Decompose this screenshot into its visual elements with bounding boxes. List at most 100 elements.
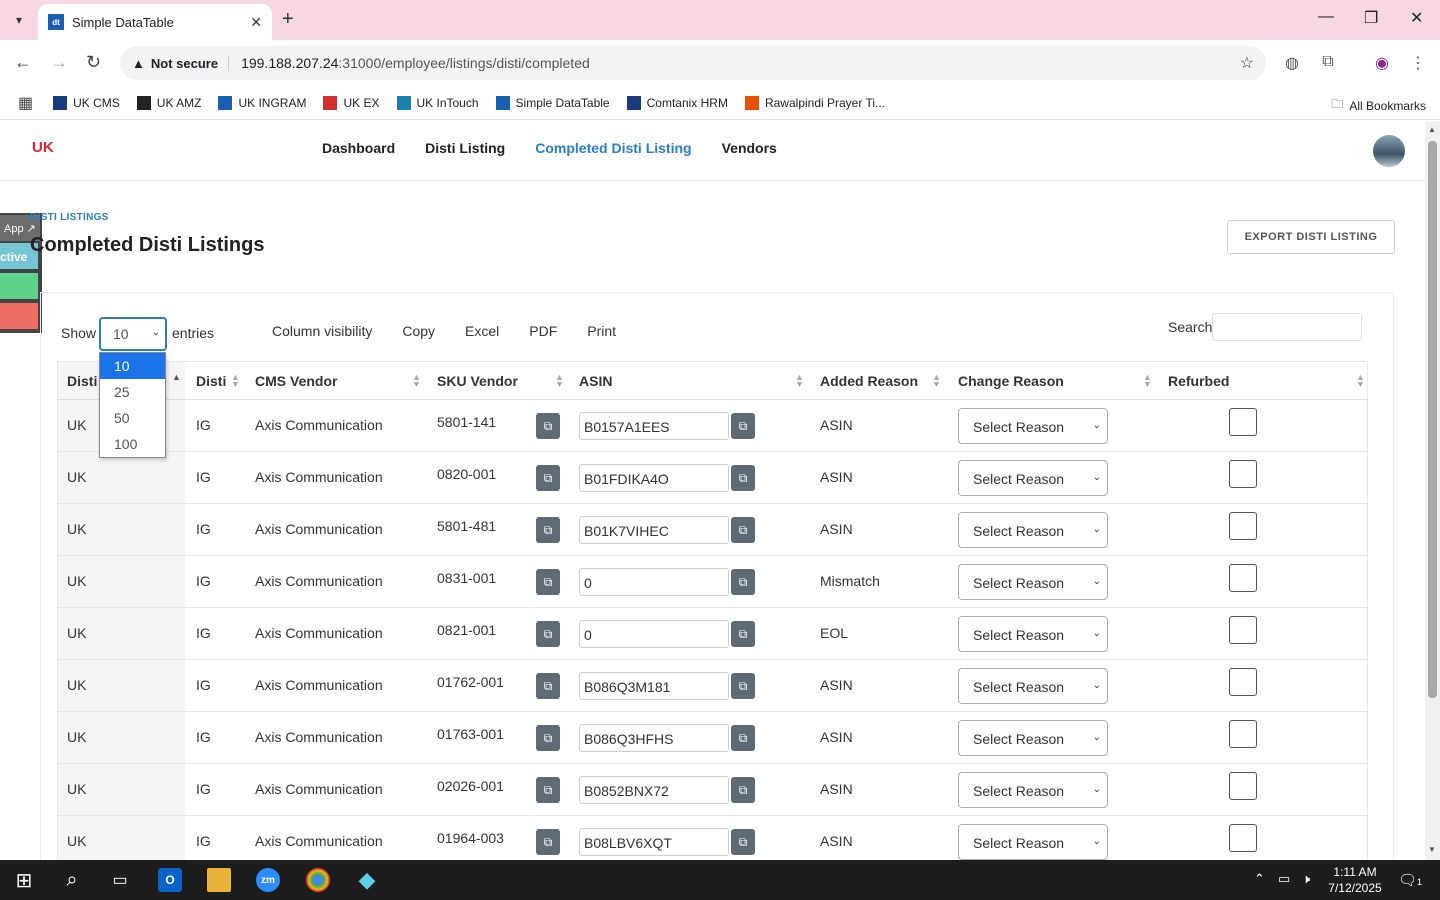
browser-tab[interactable]: dt Simple DataTable ✕ [38,4,272,40]
nav-link-completed-disti-listing[interactable]: Completed Disti Listing [535,140,691,156]
pdf-button[interactable]: PDF [529,323,557,339]
windows-start-icon[interactable]: ⊞ [12,868,36,892]
status-green-bar[interactable] [0,273,38,299]
close-tab-icon[interactable]: ✕ [250,14,262,31]
all-bookmarks[interactable]: 🗀 All Bookmarks [1331,95,1426,116]
extensions-icon[interactable]: ⧉ [1318,53,1338,73]
change-reason-select[interactable]: Select Reason ⌄ [958,564,1108,600]
apps-grid-icon[interactable]: ▦ [18,93,33,113]
sort-arrows-icon[interactable]: ▲ ▼ [1356,373,1365,389]
nav-link-disti-listing[interactable]: Disti Listing [425,140,505,156]
copy-asin-button[interactable]: ⧉ [731,569,755,595]
outlook-icon[interactable]: O [158,868,182,892]
scroll-up-icon[interactable]: ▲ [1428,125,1436,134]
asin-input[interactable]: B01FDIKA4O [579,464,729,492]
not-secure-badge[interactable]: ▲ Not secure [132,55,230,71]
copy-sku-button[interactable]: ⧉ [536,673,560,699]
bookmark-item[interactable]: UK InTouch [396,95,479,110]
copy-asin-button[interactable]: ⧉ [731,465,755,491]
sort-arrows-icon[interactable]: ▲ ▼ [555,373,564,389]
copy-button[interactable]: Copy [402,323,435,339]
copy-sku-button[interactable]: ⧉ [536,413,560,439]
refurbed-checkbox[interactable] [1229,408,1257,436]
copy-asin-button[interactable]: ⧉ [731,621,755,647]
print-button[interactable]: Print [587,323,616,339]
refurbed-checkbox[interactable] [1229,772,1257,800]
search-input[interactable] [1212,313,1362,341]
asin-input[interactable]: B0852BNX72 [579,776,729,804]
file-explorer-icon[interactable] [207,868,231,892]
change-reason-select[interactable]: Select Reason ⌄ [958,824,1108,860]
volume-muted-icon[interactable]: 🕨 [1302,871,1310,887]
copy-asin-button[interactable]: ⧉ [731,829,755,855]
notification-icon[interactable]: 🗨1 [1398,871,1422,889]
column-header[interactable]: Disti [67,362,97,400]
column-header[interactable]: SKU Vendor [437,362,518,400]
copy-sku-button[interactable]: ⧉ [536,569,560,595]
scrollbar-thumb[interactable] [1428,141,1437,698]
close-window-icon[interactable]: ✕ [1410,8,1423,28]
bookmark-item[interactable]: Rawalpindi Prayer Ti... [744,95,885,110]
sort-arrows-icon[interactable]: ▲ ▼ [795,373,804,389]
bookmark-item[interactable]: UK CMS [53,95,120,110]
app-diamond-icon[interactable]: ◆ [355,867,379,892]
refurbed-checkbox[interactable] [1229,512,1257,540]
export-disti-listing-button[interactable]: EXPORT DISTI LISTING [1227,220,1395,254]
uk-logo[interactable]: UK [32,139,58,163]
copy-sku-button[interactable]: ⧉ [536,465,560,491]
sort-arrows-icon[interactable]: ▲ ▼ [932,373,941,389]
copy-asin-button[interactable]: ⧉ [731,517,755,543]
bookmark-item[interactable]: Simple DataTable [495,95,610,110]
tray-chevron-up-icon[interactable]: ⌃ [1254,871,1265,887]
page-length-option[interactable]: 50 [100,405,165,431]
column-header[interactable]: Disti [196,362,226,400]
restore-icon[interactable]: ❐ [1364,8,1378,28]
change-reason-select[interactable]: Select Reason ⌄ [958,408,1108,444]
bookmark-item[interactable]: Comtanix HRM [626,95,728,110]
copy-asin-button[interactable]: ⧉ [731,673,755,699]
bookmark-star-icon[interactable]: ☆ [1240,53,1254,73]
change-reason-select[interactable]: Select Reason ⌄ [958,512,1108,548]
change-reason-select[interactable]: Select Reason ⌄ [958,720,1108,756]
translate-icon[interactable]: ◍ [1282,53,1302,73]
copy-sku-button[interactable]: ⧉ [536,725,560,751]
refurbed-checkbox[interactable] [1229,564,1257,592]
refurbed-checkbox[interactable] [1229,616,1257,644]
column-visibility-button[interactable]: Column visibility [272,323,372,339]
tab-search-chevron-icon[interactable]: ▾ [6,8,32,32]
page-length-option[interactable]: 25 [100,379,165,405]
column-header[interactable]: Added Reason [820,362,918,400]
sort-arrows-icon[interactable]: ▲ ▼ [412,373,421,389]
asin-input[interactable]: B08LBV6XQT [579,828,729,856]
asin-input[interactable]: B0157A1EES [579,412,729,440]
asin-input[interactable]: B01K7VIHEC [579,516,729,544]
asin-input[interactable]: B086Q3M181 [579,672,729,700]
scroll-down-icon[interactable]: ▼ [1428,845,1436,854]
page-length-select[interactable]: 10 ⌄ [99,317,167,351]
page-scrollbar[interactable]: ▲ ▼ [1425,121,1440,860]
zoom-icon[interactable]: zm [256,868,280,892]
url-text[interactable]: 199.188.207.24:31000/employee/listings/d… [241,55,1240,71]
refurbed-checkbox[interactable] [1229,460,1257,488]
copy-sku-button[interactable]: ⧉ [536,621,560,647]
avatar[interactable] [1373,135,1405,167]
change-reason-select[interactable]: Select Reason ⌄ [958,460,1108,496]
network-icon[interactable]: ▭ [1278,871,1290,887]
nav-link-vendors[interactable]: Vendors [722,140,777,156]
copy-sku-button[interactable]: ⧉ [536,777,560,803]
sort-arrows-icon[interactable]: ▲ ▼ [231,373,240,389]
minimize-icon[interactable]: — [1318,8,1334,26]
clock[interactable]: 1:11 AM 7/12/2025 [1320,864,1390,896]
search-icon[interactable]: ⌕ [60,868,84,892]
status-red-bar[interactable] [0,303,38,329]
refurbed-checkbox[interactable] [1229,720,1257,748]
chrome-icon[interactable] [306,868,330,892]
column-header[interactable]: Change Reason [958,362,1064,400]
profile-icon[interactable]: ◉ [1372,53,1392,73]
new-tab-icon[interactable]: + [282,8,294,31]
page-length-option[interactable]: 10 [100,353,165,379]
page-length-option[interactable]: 100 [100,431,165,457]
address-bar[interactable]: ▲ Not secure 199.188.207.24:31000/employ… [120,46,1266,80]
column-header[interactable]: ASIN [579,362,612,400]
copy-asin-button[interactable]: ⧉ [731,725,755,751]
